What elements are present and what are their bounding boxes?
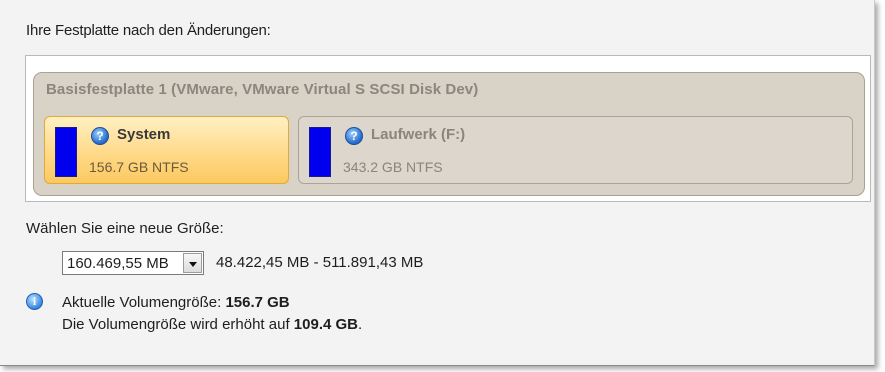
current-size-label: Aktuelle Volumengröße: [62,294,226,311]
disk-basisfestplatte-1[interactable]: Basisfestplatte 1 (VMware, VMware Virtua… [33,72,865,196]
partition-size: 156.7 GB NTFS [89,159,189,175]
size-range-text: 48.422,45 MB - 511.891,43 MB [216,254,424,271]
partition-laufwerk-f[interactable]: ? Laufwerk (F:) 343.2 GB NTFS [298,116,853,184]
partition-usage-bar [55,127,77,177]
increase-volume-size-text: Die Volumengröße wird erhöht auf 109.4 G… [62,316,362,333]
new-size-input[interactable] [63,252,183,274]
partition-usage-bar [309,127,331,177]
partition-name: Laufwerk (F:) [371,126,466,143]
new-size-combobox[interactable] [62,251,204,275]
current-size-value: 156.7 GB [225,294,290,311]
partition-size: 343.2 GB NTFS [343,159,443,175]
new-size-label: Wählen Sie eine neue Größe: [26,220,224,237]
resize-volume-page: Ihre Festplatte nach den Änderungen: Bas… [0,0,875,366]
increase-size-value: 109.4 GB [293,316,359,333]
chevron-down-icon[interactable] [183,253,202,273]
question-icon[interactable]: ? [345,127,363,145]
disk-name: Basisfestplatte 1 (VMware, VMware Virtua… [46,81,479,98]
question-icon[interactable]: ? [91,127,109,145]
current-volume-size-text: Aktuelle Volumengröße: 156.7 GB [62,294,290,311]
info-icon: i [26,293,43,310]
partition-name: System [117,126,171,143]
disk-map-panel: Basisfestplatte 1 (VMware, VMware Virtua… [25,55,871,202]
section-title: Ihre Festplatte nach den Änderungen: [26,22,271,39]
partition-system[interactable]: ? System 156.7 GB NTFS [44,116,289,184]
increase-size-suffix: . [358,316,363,333]
increase-size-label: Die Volumengröße wird erhöht auf [62,316,294,333]
